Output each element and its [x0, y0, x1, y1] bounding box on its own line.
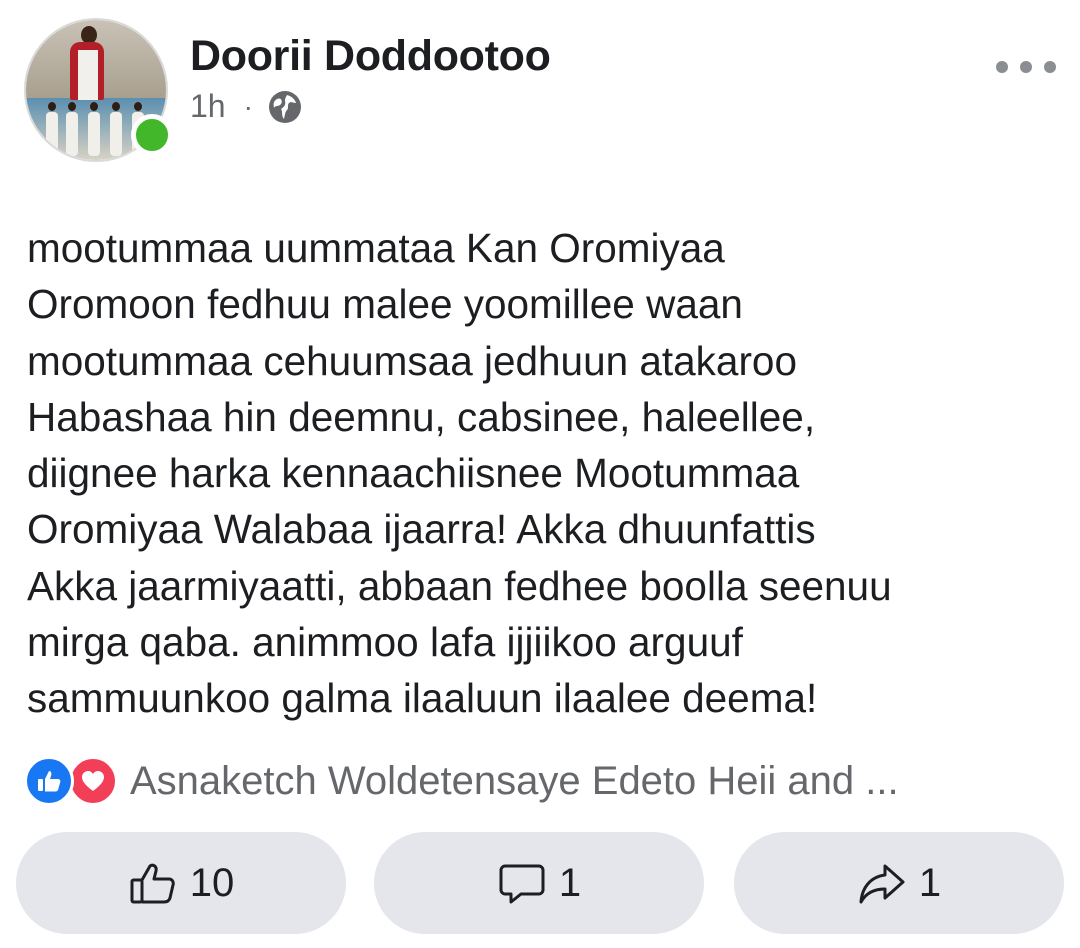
share-count: 1 — [918, 860, 942, 905]
meta-separator: · — [243, 90, 253, 122]
comment-count: 1 — [558, 860, 582, 905]
avatar-crowd-figure — [46, 102, 58, 156]
more-options-button[interactable] — [996, 52, 1056, 82]
post-text: mootummaa uummataa Kan Oromiyaa Oromoon … — [27, 225, 892, 722]
avatar-crowd-figure — [88, 102, 100, 156]
comment-icon — [497, 858, 547, 908]
author-name[interactable]: Doorii Doddootoo — [190, 32, 551, 81]
more-dot-icon — [1020, 61, 1032, 73]
reaction-names: Asnaketch Woldetensaye Edeto Heii and ..… — [130, 758, 899, 803]
more-dot-icon — [1044, 61, 1056, 73]
thumbs-up-icon — [128, 858, 178, 908]
avatar-crowd-figure — [66, 102, 78, 156]
share-button[interactable]: 1 — [734, 832, 1064, 934]
share-icon — [857, 858, 907, 908]
avatar-crowd-figure — [110, 102, 122, 156]
like-reaction-icon — [24, 756, 74, 806]
comment-button[interactable]: 1 — [374, 832, 704, 934]
post-time[interactable]: 1h — [190, 88, 226, 125]
like-button[interactable]: 10 — [16, 832, 346, 934]
avatar-figure-robe — [78, 50, 98, 100]
globe-icon — [267, 89, 303, 125]
online-status-indicator — [131, 114, 173, 156]
like-count: 10 — [189, 860, 235, 905]
love-reaction-icon — [68, 756, 118, 806]
reactions-summary[interactable]: Asnaketch Woldetensaye Edeto Heii and ..… — [24, 756, 899, 806]
post-meta: 1h · — [190, 88, 303, 125]
more-dot-icon — [996, 61, 1008, 73]
